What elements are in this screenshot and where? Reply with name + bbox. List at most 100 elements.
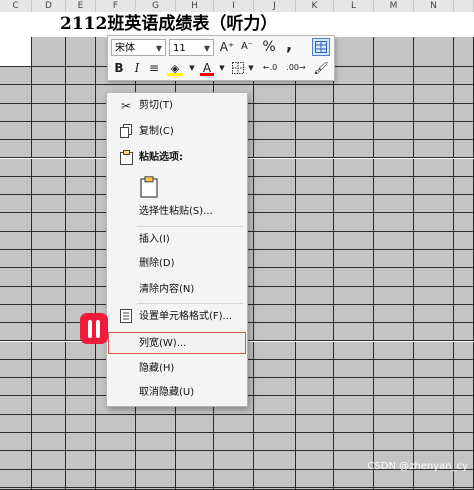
cell[interactable] (66, 140, 96, 159)
cell[interactable] (296, 323, 334, 342)
cell[interactable] (296, 121, 334, 141)
cell[interactable] (66, 451, 96, 470)
font-size-select[interactable]: 11 ▼ (169, 39, 214, 56)
cell[interactable] (334, 414, 374, 433)
menu-item-hide[interactable]: 隐藏(H) (108, 358, 246, 380)
cell[interactable] (374, 396, 414, 415)
cell[interactable] (334, 286, 374, 305)
cell[interactable] (334, 323, 374, 342)
cell[interactable] (32, 304, 66, 324)
cell[interactable] (136, 433, 176, 452)
cell[interactable] (66, 414, 96, 433)
cell[interactable] (454, 469, 474, 488)
cell[interactable] (254, 396, 296, 415)
cell[interactable] (414, 85, 454, 104)
font-color-button[interactable]: A (198, 59, 216, 77)
cell[interactable] (454, 378, 474, 397)
cell[interactable] (414, 286, 454, 305)
column-header[interactable]: E (66, 0, 96, 12)
cell[interactable] (0, 378, 32, 397)
menu-item-cut[interactable]: ✂ 剪切(T) (108, 95, 246, 117)
cell[interactable] (32, 140, 66, 159)
cell[interactable] (96, 469, 136, 488)
cell[interactable] (254, 286, 296, 305)
cell[interactable] (296, 341, 334, 360)
cell[interactable] (176, 451, 214, 470)
column-header[interactable]: M (374, 0, 414, 12)
cell[interactable] (374, 359, 414, 379)
cell[interactable] (334, 433, 374, 452)
cell[interactable] (414, 341, 454, 360)
cell[interactable] (374, 341, 414, 360)
cell[interactable] (0, 195, 32, 214)
cell[interactable] (454, 433, 474, 452)
cell[interactable] (414, 37, 454, 67)
cell[interactable] (0, 103, 32, 122)
cell[interactable] (32, 158, 66, 177)
cell[interactable] (296, 103, 334, 122)
chevron-down-icon[interactable]: ▼ (188, 59, 196, 77)
cell[interactable] (0, 469, 32, 488)
cell[interactable] (254, 158, 296, 177)
menu-item-paste-special[interactable]: 选择性粘贴(S)... (108, 201, 246, 223)
cell[interactable] (136, 414, 176, 433)
chevron-down-icon[interactable]: ▼ (247, 59, 255, 77)
cell[interactable] (414, 67, 454, 86)
cell[interactable] (66, 396, 96, 415)
cell[interactable] (214, 433, 254, 452)
cell[interactable] (454, 176, 474, 196)
cell[interactable] (296, 469, 334, 488)
cell[interactable] (66, 268, 96, 287)
cell[interactable] (374, 414, 414, 433)
cell[interactable] (296, 451, 334, 470)
cell[interactable] (32, 359, 66, 379)
cell[interactable] (374, 195, 414, 214)
cell[interactable] (414, 103, 454, 122)
cell[interactable] (374, 469, 414, 488)
grow-font-button[interactable]: A⁺ (218, 38, 236, 56)
column-header[interactable]: H (176, 0, 214, 12)
cell[interactable] (0, 213, 32, 232)
cell[interactable] (0, 286, 32, 305)
cell[interactable] (296, 158, 334, 177)
cell[interactable] (32, 451, 66, 470)
cell[interactable] (334, 176, 374, 196)
cell[interactable] (454, 67, 474, 86)
cell[interactable] (32, 469, 66, 488)
cell[interactable] (454, 140, 474, 159)
cell[interactable] (334, 85, 374, 104)
cell[interactable] (454, 414, 474, 433)
cell[interactable] (32, 85, 66, 104)
borders-button[interactable] (230, 59, 246, 77)
shrink-font-button[interactable]: A⁻ (238, 38, 256, 56)
cell[interactable] (0, 323, 32, 342)
column-header[interactable]: G (136, 0, 176, 12)
cell[interactable] (66, 341, 96, 360)
cell[interactable] (66, 286, 96, 305)
cell[interactable] (136, 451, 176, 470)
cell[interactable] (0, 67, 32, 86)
menu-item-clear-contents[interactable]: 清除内容(N) (108, 279, 246, 301)
cell[interactable] (0, 304, 32, 324)
menu-item-insert[interactable]: 插入(I) (108, 229, 246, 251)
cell[interactable] (374, 158, 414, 177)
cell[interactable] (334, 469, 374, 488)
menu-item-format-cells[interactable]: 设置单元格格式(F)... (108, 306, 246, 328)
cell[interactable] (254, 414, 296, 433)
cell[interactable] (454, 231, 474, 250)
cell[interactable] (454, 341, 474, 360)
percent-style-button[interactable]: % (260, 38, 278, 56)
cell[interactable] (414, 469, 454, 488)
cell[interactable] (454, 268, 474, 287)
cell[interactable] (0, 433, 32, 452)
cell[interactable] (0, 158, 32, 177)
cell[interactable] (66, 176, 96, 196)
cell[interactable] (66, 250, 96, 269)
cell[interactable] (254, 176, 296, 196)
cell[interactable] (414, 396, 454, 415)
cell[interactable] (414, 231, 454, 250)
column-header[interactable]: C (0, 0, 32, 12)
cell[interactable] (66, 37, 96, 67)
cell[interactable] (414, 304, 454, 324)
cell[interactable] (66, 213, 96, 232)
